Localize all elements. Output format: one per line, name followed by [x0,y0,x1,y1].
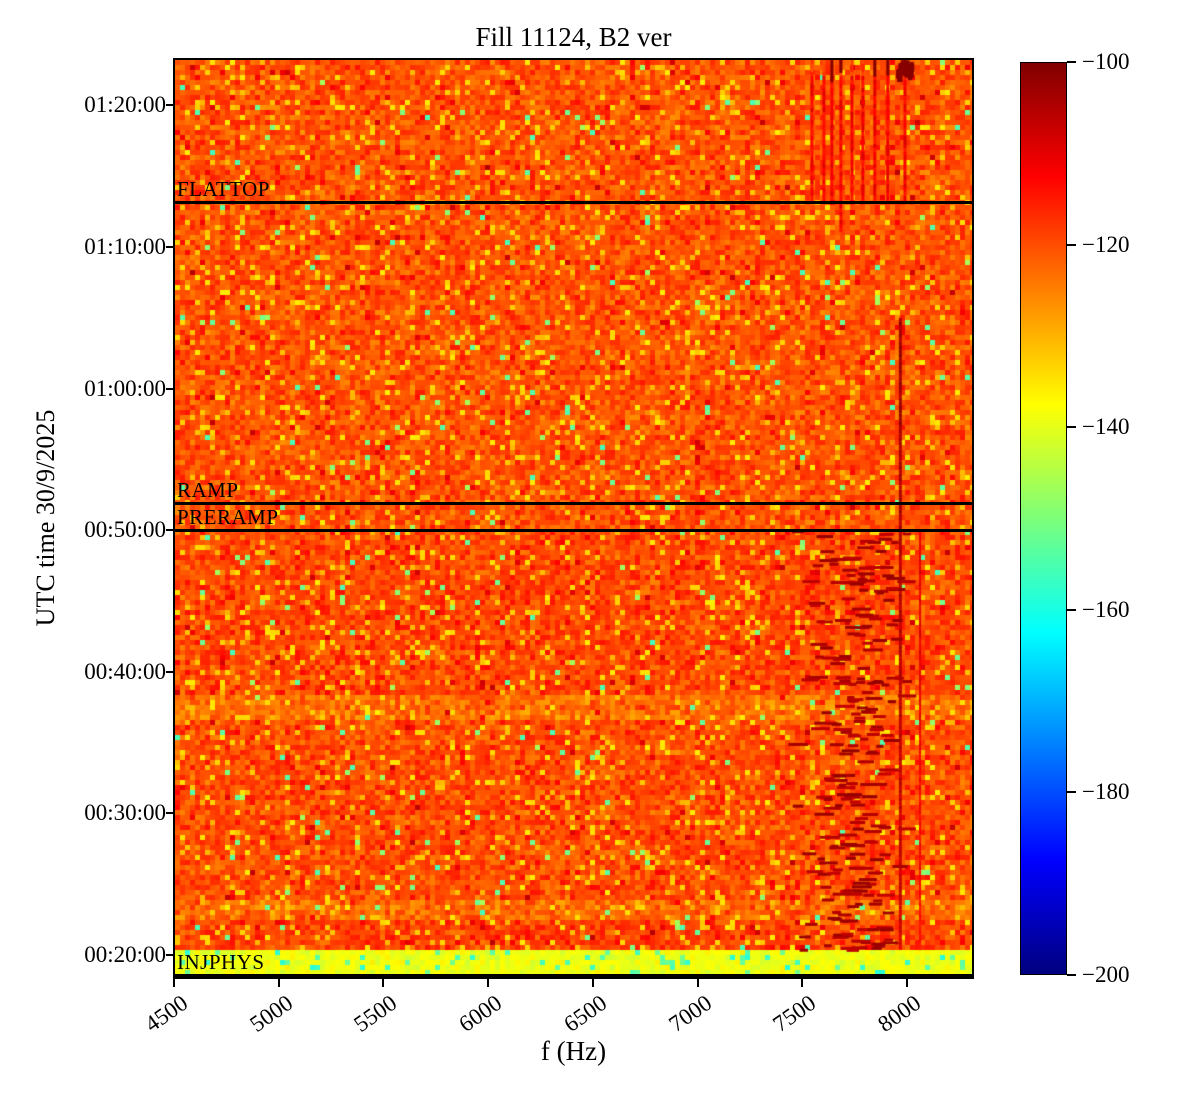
y-tick-label: 01:10:00 [84,233,166,259]
colorbar-tick-label: −140 [1082,414,1130,440]
colorbar-tick-mark [1067,426,1076,429]
colorbar-tick-mark [1067,61,1076,63]
x-tick-label: 6500 [559,990,612,1037]
y-tick-mark [166,670,174,673]
spectrogram-heatmap [175,60,972,977]
beam-mode-line-injphys [175,973,972,977]
x-tick-mark [906,979,909,987]
x-axis-label: f (Hz) [540,1036,607,1066]
colorbar-tick-mark [1067,791,1076,794]
beam-mode-line-flattop [175,200,972,204]
colorbar-tick-mark [1067,243,1076,246]
y-tick-mark [166,104,174,107]
y-tick-mark [166,387,174,390]
y-tick-label: 00:30:00 [84,800,166,826]
y-tick-label: 01:00:00 [84,375,166,401]
x-tick-label: 8000 [873,990,926,1037]
beam-mode-line-preramp [175,528,972,532]
colorbar-tick-label: −160 [1082,596,1130,622]
colorbar-tick-label: −200 [1082,962,1130,987]
beam-mode-label-flattop: FLATTOP [177,177,270,202]
x-tick-mark [696,979,699,987]
x-tick-label: 7500 [768,990,821,1037]
y-tick-label: 00:40:00 [84,658,166,684]
y-tick-label: 00:50:00 [84,517,166,543]
x-tick-label: 7000 [663,990,716,1037]
y-tick-mark [166,529,174,532]
beam-mode-label-ramp: RAMP [177,478,239,503]
y-tick-label: 01:20:00 [84,92,166,118]
y-tick-mark [166,245,174,248]
x-tick-label: 5000 [245,990,298,1037]
colorbar-tick-label: −100 [1082,49,1130,74]
figure: Fill 11124, B2 ver UTC time 30/9/2025 f … [0,0,1200,1100]
x-tick-mark [487,979,490,987]
beam-mode-label-injphys: INJPHYS [177,950,265,975]
colorbar-tick-mark [1067,974,1076,976]
chart-title: Fill 11124, B2 ver [475,22,672,52]
colorbar-tick-label: −180 [1082,779,1130,805]
x-tick-mark [172,979,175,987]
x-tick-mark [277,979,280,987]
y-tick-label: 00:20:00 [84,942,166,968]
y-axis-label: UTC time 30/9/2025 [31,409,60,627]
x-tick-mark [591,979,594,987]
y-tick-mark [166,812,174,815]
x-tick-label: 4500 [140,990,193,1037]
x-tick-mark [382,979,385,987]
x-tick-mark [801,979,804,987]
colorbar [1020,62,1067,975]
beam-mode-label-preramp: PRERAMP [177,505,279,530]
y-tick-mark [166,954,174,957]
colorbar-tick-mark [1067,608,1076,611]
beam-mode-line-ramp [175,501,972,505]
colorbar-tick-label: −120 [1082,231,1130,257]
x-tick-label: 5500 [349,990,402,1037]
x-tick-label: 6000 [454,990,507,1037]
